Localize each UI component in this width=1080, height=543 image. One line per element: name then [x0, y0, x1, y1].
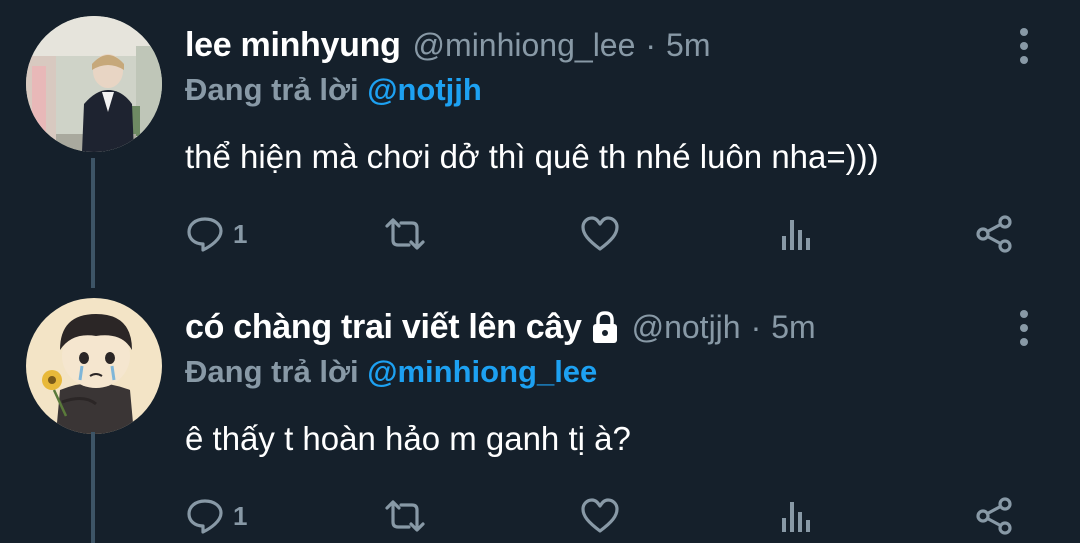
tweet-text: thể hiện mà chơi dở thì quê th nhé luôn …	[185, 138, 879, 175]
cartoon-crying-boy-avatar-icon	[26, 298, 162, 434]
separator-dot: ·	[645, 26, 657, 63]
like-icon	[581, 498, 619, 533]
display-name[interactable]: có chàng trai viết lên cây	[185, 308, 582, 347]
tweet-actions: 1	[185, 492, 1030, 540]
retweet-icon	[385, 500, 425, 532]
reply-icon	[187, 217, 223, 252]
share-button[interactable]	[973, 492, 1015, 540]
timestamp[interactable]: 5m	[666, 27, 710, 64]
lock-icon	[592, 311, 617, 343]
replying-to-mention[interactable]: @minhiong_lee	[367, 354, 597, 389]
retweet-icon	[385, 218, 425, 250]
user-photo-avatar-icon	[26, 16, 162, 152]
tweet[interactable]: có chàng trai viết lên cây @notjjh · 5m …	[0, 282, 1080, 543]
avatar[interactable]	[26, 298, 162, 434]
share-button[interactable]	[973, 210, 1015, 258]
replying-to-mention[interactable]: @notjjh	[367, 72, 482, 107]
avatar[interactable]	[26, 16, 162, 152]
tweet[interactable]: lee minhyung @minhiong_lee · 5m Đang trả…	[0, 0, 1080, 288]
like-button[interactable]	[580, 492, 620, 540]
thread-line	[91, 158, 95, 288]
replying-to-label: Đang trả lời	[185, 72, 359, 107]
share-icon	[976, 215, 1012, 253]
reply-icon	[187, 499, 223, 534]
like-button[interactable]	[580, 210, 620, 258]
tweet-header: lee minhyung @minhiong_lee · 5m	[185, 24, 711, 66]
thread-line	[91, 432, 95, 543]
more-icon[interactable]	[1012, 308, 1036, 348]
separator-dot: ·	[750, 308, 762, 345]
reply-thread: lee minhyung @minhiong_lee · 5m Đang trả…	[0, 0, 1080, 543]
share-icon	[976, 497, 1012, 535]
retweet-button[interactable]	[383, 492, 427, 540]
replying-to: Đang trả lời @notjjh	[185, 72, 482, 108]
timestamp[interactable]: 5m	[771, 309, 815, 346]
replying-to: Đang trả lời @minhiong_lee	[185, 354, 597, 390]
analytics-button[interactable]	[777, 210, 817, 258]
like-icon	[581, 216, 619, 251]
replying-to-label: Đang trả lời	[185, 354, 359, 389]
reply-count: 1	[233, 218, 248, 249]
analytics-icon	[782, 502, 810, 532]
reply-button[interactable]: 1	[185, 492, 247, 540]
analytics-icon	[782, 220, 810, 250]
tweet-text: ê thấy t hoàn hảo m ganh tị à?	[185, 420, 631, 457]
username-handle[interactable]: @minhiong_lee	[413, 27, 636, 64]
reply-count: 1	[233, 500, 248, 531]
retweet-button[interactable]	[383, 210, 427, 258]
username-handle[interactable]: @notjjh	[632, 309, 741, 346]
tweet-actions: 1	[185, 210, 1030, 258]
reply-button[interactable]: 1	[185, 210, 247, 258]
tweet-header: có chàng trai viết lên cây @notjjh · 5m	[185, 306, 816, 348]
more-icon[interactable]	[1012, 26, 1036, 66]
analytics-button[interactable]	[777, 492, 817, 540]
display-name[interactable]: lee minhyung	[185, 26, 401, 65]
